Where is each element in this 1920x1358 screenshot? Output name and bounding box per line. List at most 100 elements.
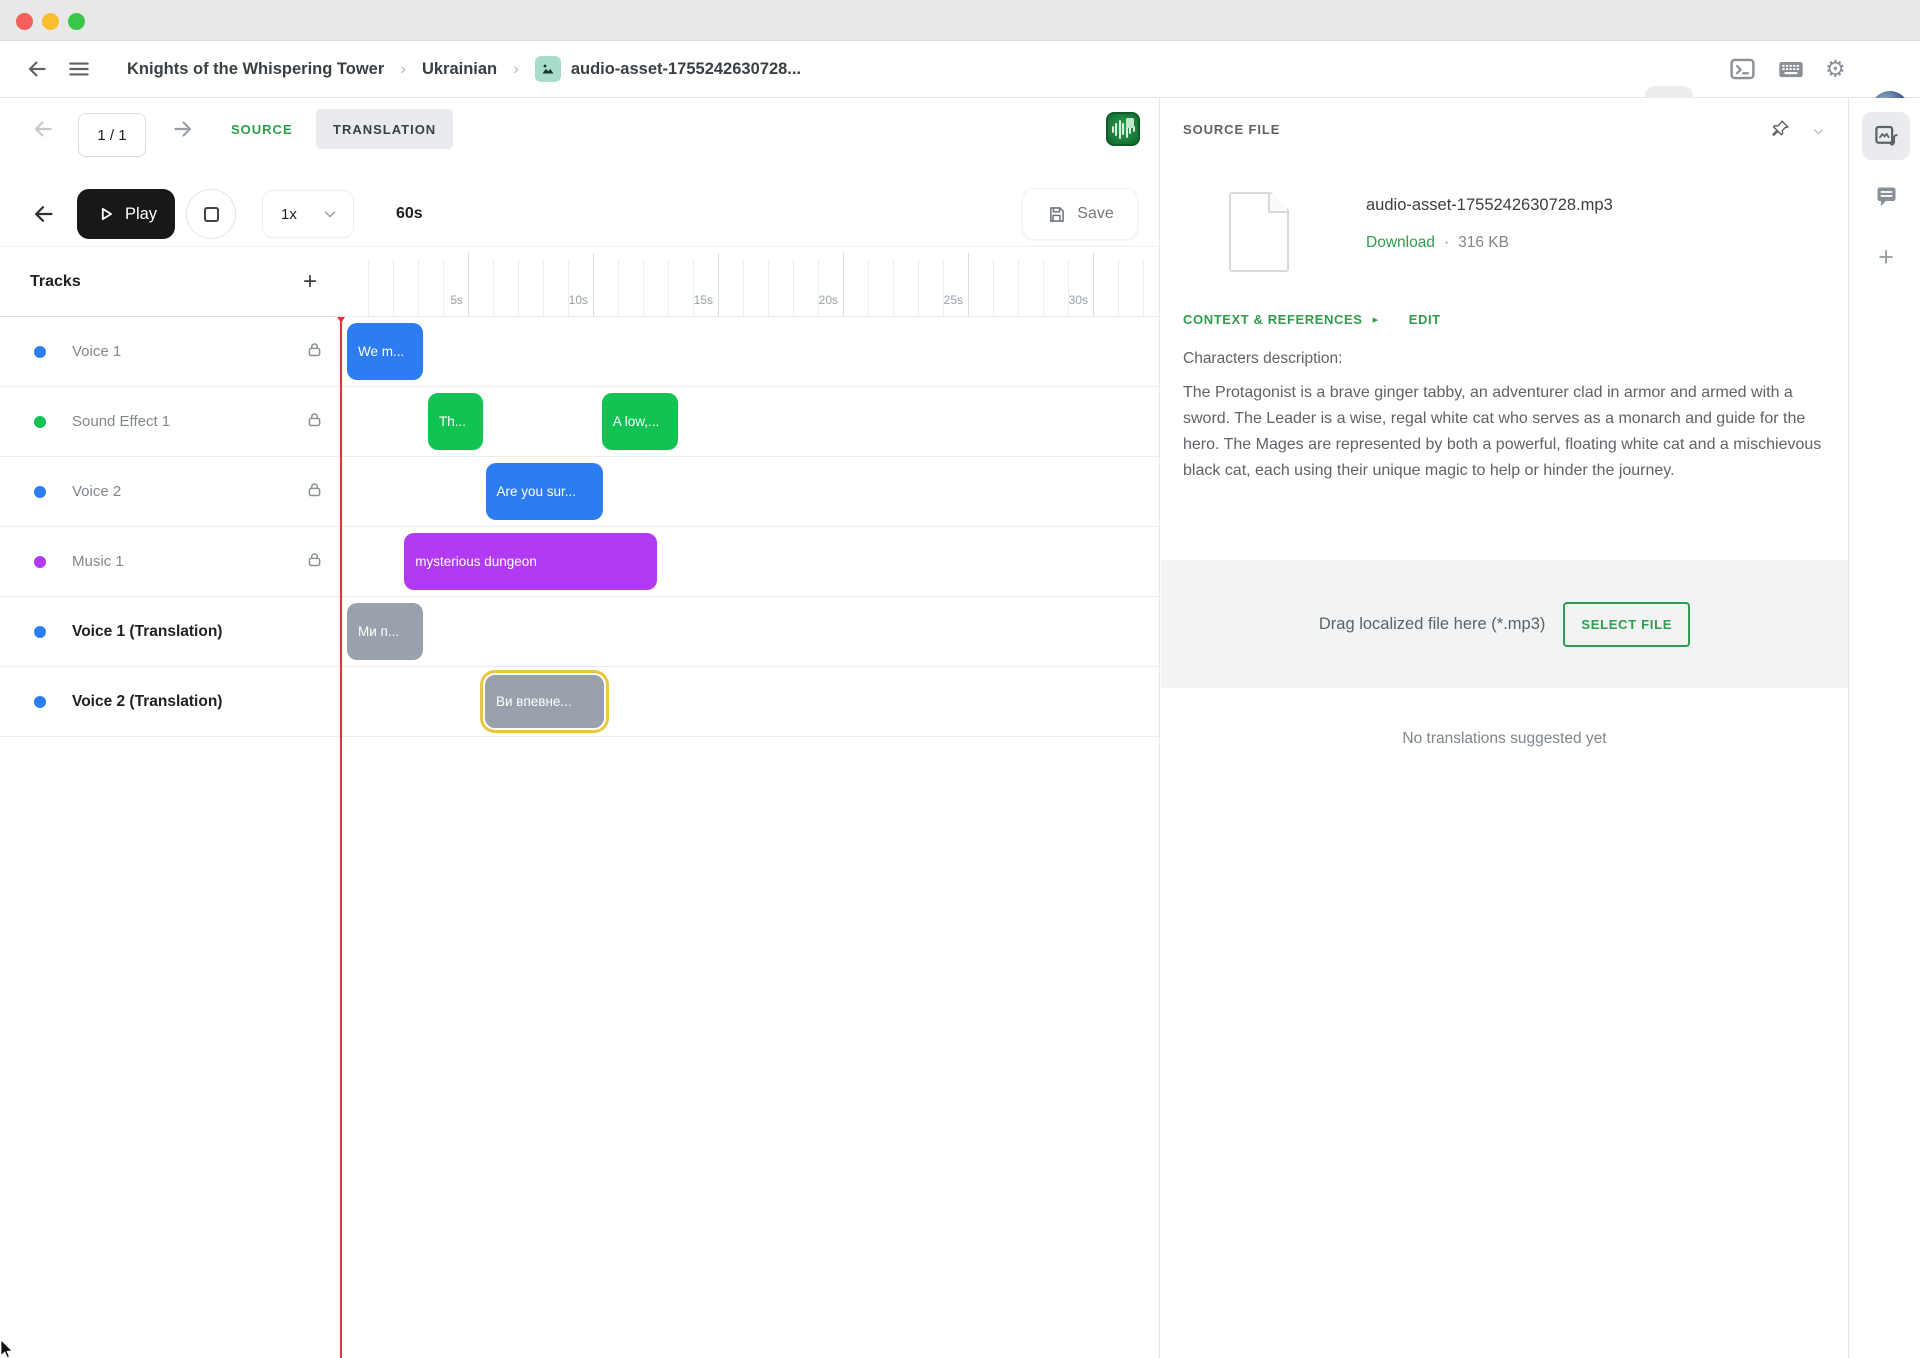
- track-name: Voice 1: [72, 343, 121, 360]
- characters-description: The Protagonist is a brave ginger tabby,…: [1183, 380, 1831, 484]
- ruler-label: 30s: [1069, 293, 1093, 307]
- track-label-cell[interactable]: Sound Effect 1: [0, 387, 343, 456]
- settings-button[interactable]: ⚙: [1825, 58, 1846, 81]
- ruler-tick: [418, 259, 419, 316]
- gear-icon: ⚙: [1825, 58, 1846, 81]
- timeline-clip[interactable]: Ви впевне...: [483, 673, 606, 730]
- context-expand-icon[interactable]: ▸: [1373, 313, 1379, 326]
- track-name: Music 1: [72, 553, 124, 570]
- timeline-clip[interactable]: Ми п...: [347, 603, 423, 660]
- download-link[interactable]: Download: [1366, 234, 1435, 252]
- lock-icon[interactable]: [306, 411, 323, 433]
- add-panel-button[interactable]: +: [1862, 233, 1910, 281]
- close-window-button[interactable]: [16, 13, 33, 30]
- ruler-tick: [693, 259, 694, 316]
- track-label-cell[interactable]: Voice 1 (Translation): [0, 597, 343, 666]
- zoom-window-button[interactable]: [68, 13, 85, 30]
- save-floppy-icon: [1046, 204, 1067, 225]
- breadcrumb-language[interactable]: Ukrainian: [422, 60, 497, 79]
- tab-source[interactable]: SOURCE: [231, 98, 293, 160]
- lock-icon[interactable]: [306, 481, 323, 503]
- macos-titlebar: [0, 0, 1920, 41]
- track-label-cell[interactable]: Voice 1: [0, 317, 343, 386]
- breadcrumb: Knights of the Whispering Tower › Ukrain…: [127, 41, 801, 97]
- track-name: Voice 1 (Translation): [72, 623, 222, 641]
- arrow-right-icon: [170, 116, 196, 142]
- ruler-tick: [393, 259, 394, 316]
- timeline-clip[interactable]: mysterious dungeon: [404, 533, 657, 590]
- ruler-tick: [1118, 259, 1119, 316]
- menu-button[interactable]: [66, 56, 92, 82]
- chevron-down-icon: [321, 205, 339, 223]
- lock-icon[interactable]: [306, 551, 323, 573]
- timeline-clip[interactable]: A low,...: [602, 393, 678, 450]
- ruler-tick: [1018, 259, 1019, 316]
- ruler-tick: [543, 259, 544, 316]
- ruler-tick: [368, 259, 369, 316]
- ruler-tick: [593, 253, 594, 316]
- track-color-dot: [34, 626, 46, 638]
- keyboard-shortcuts-button[interactable]: [1777, 55, 1805, 83]
- media-audio-tool-button[interactable]: [1862, 112, 1910, 160]
- breadcrumb-project[interactable]: Knights of the Whispering Tower: [127, 60, 384, 79]
- page-indicator[interactable]: 1 / 1: [78, 113, 146, 157]
- context-references-link[interactable]: CONTEXT & REFERENCES: [1183, 312, 1363, 327]
- source-file-meta: Download · 316 KB: [1366, 234, 1509, 252]
- prev-page-button[interactable]: [30, 116, 56, 142]
- meta-separator: ·: [1444, 234, 1449, 252]
- tab-translation[interactable]: TRANSLATION: [316, 109, 453, 149]
- asset-thumbnail-icon: [535, 56, 561, 82]
- localized-file-dropzone[interactable]: Drag localized file here (*.mp3) SELECT …: [1161, 560, 1848, 688]
- breadcrumb-separator-icon: ›: [513, 59, 519, 79]
- pin-panel-button[interactable]: [1769, 118, 1791, 145]
- header-back-button[interactable]: [24, 56, 50, 82]
- timeline-clip[interactable]: Are you sur...: [486, 463, 604, 520]
- ruler-tick: [1068, 259, 1069, 316]
- play-button-label: Play: [125, 205, 157, 224]
- track-label-cell[interactable]: Voice 2 (Translation): [0, 667, 343, 736]
- ruler-tick: [643, 259, 644, 316]
- track-label-cell[interactable]: Voice 2: [0, 457, 343, 526]
- stop-button[interactable]: [186, 189, 236, 239]
- edit-context-link[interactable]: EDIT: [1409, 312, 1441, 327]
- tracks-title: Tracks: [30, 273, 81, 291]
- description-heading: Characters description:: [1183, 350, 1342, 368]
- ruler-tick: [768, 259, 769, 316]
- lock-icon[interactable]: [306, 341, 323, 363]
- transport-back-button[interactable]: [30, 201, 57, 228]
- next-page-button[interactable]: [170, 116, 196, 142]
- minimize-window-button[interactable]: [42, 13, 59, 30]
- save-button[interactable]: Save: [1022, 188, 1138, 240]
- stop-icon: [204, 207, 219, 222]
- speed-value: 1x: [281, 206, 297, 223]
- ruler-tick: [943, 259, 944, 316]
- file-document-icon: [1229, 192, 1289, 272]
- select-file-button[interactable]: SELECT FILE: [1563, 602, 1690, 647]
- ruler-tick: [868, 259, 869, 316]
- comments-button[interactable]: [1862, 172, 1910, 220]
- playhead[interactable]: [340, 317, 342, 1358]
- pushpin-icon: [1769, 118, 1791, 140]
- track-color-dot: [34, 556, 46, 568]
- collapse-panel-button[interactable]: [1811, 124, 1826, 144]
- file-size: 316 KB: [1458, 234, 1509, 252]
- timeline-duration: 60s: [396, 205, 423, 223]
- ruler-tick: [518, 259, 519, 316]
- back-arrow-icon: [30, 201, 57, 228]
- timeline-clip[interactable]: Th...: [428, 393, 483, 450]
- timeline-ruler[interactable]: 5s10s15s20s25s30s: [343, 246, 1159, 317]
- add-track-button[interactable]: +: [303, 268, 317, 296]
- playback-speed-select[interactable]: 1x: [262, 190, 354, 238]
- ruler-tick: [1043, 259, 1044, 316]
- terminal-button[interactable]: [1728, 55, 1757, 84]
- panel-title: SOURCE FILE: [1183, 98, 1280, 160]
- play-button[interactable]: Play: [77, 189, 175, 239]
- timeline-clip[interactable]: We m...: [347, 323, 423, 380]
- track-name: Voice 2: [72, 483, 121, 500]
- hamburger-icon: [66, 56, 92, 82]
- breadcrumb-asset[interactable]: audio-asset-1755242630728...: [571, 60, 801, 79]
- ruler-tick: [568, 259, 569, 316]
- audio-asset-icon[interactable]: [1106, 112, 1140, 146]
- track-label-cell[interactable]: Music 1: [0, 527, 343, 596]
- ruler-tick: [818, 259, 819, 316]
